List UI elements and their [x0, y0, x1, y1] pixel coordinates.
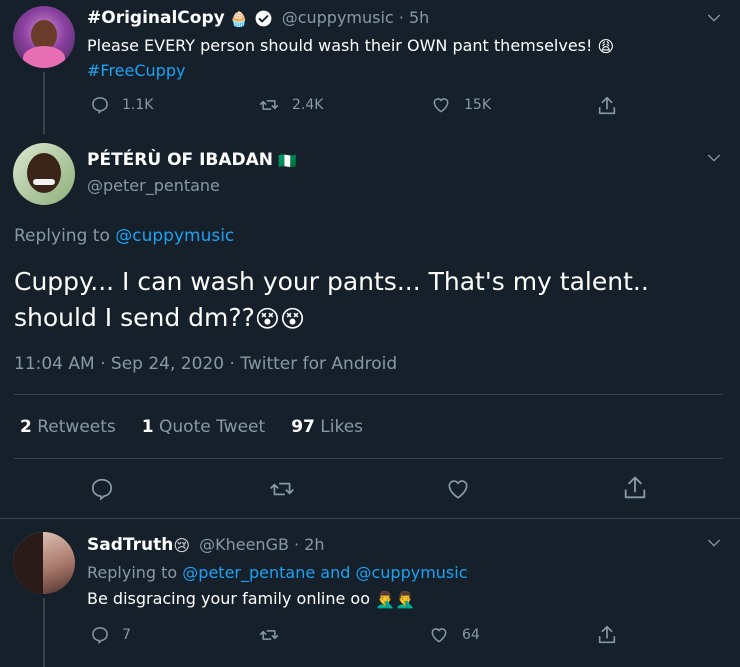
reply-count: 1.1K	[122, 97, 154, 113]
heart-icon	[428, 625, 450, 645]
tweet-time[interactable]: · 2h	[294, 535, 325, 554]
likes-number: 97	[291, 417, 315, 437]
quotes-number: 1	[141, 417, 154, 437]
verified-badge-icon	[254, 9, 273, 28]
chevron-down-icon[interactable]	[706, 535, 722, 551]
like-button[interactable]: 64	[428, 625, 480, 645]
facepalm-emoji: 🤦‍♂️🤦‍♂️	[375, 590, 415, 609]
like-count: 15K	[464, 97, 491, 113]
share-icon[interactable]	[596, 624, 618, 646]
replying-to-link[interactable]: @peter_pentane and @cuppymusic	[182, 563, 467, 582]
replying-label: Replying to	[14, 226, 110, 246]
nigeria-flag-emoji: 🇳🇬	[278, 151, 297, 170]
avatar[interactable]	[13, 143, 75, 205]
likes-label: Likes	[320, 417, 364, 437]
heart-icon	[430, 95, 452, 115]
author-name[interactable]: SadTruth	[87, 535, 173, 555]
author-handle[interactable]: @KheenGB	[199, 535, 289, 554]
hashtag-link[interactable]: #FreeCuppy	[87, 61, 185, 80]
chevron-down-icon[interactable]	[706, 150, 722, 166]
tweet-text-line1: Cuppy... I can wash your pants... That's…	[14, 267, 649, 296]
share-icon[interactable]	[596, 95, 618, 117]
like-count: 64	[462, 627, 480, 643]
retweets-number: 2	[20, 417, 32, 437]
tweet-timestamp[interactable]: 11:04 AM · Sep 24, 2020 · Twitter for An…	[14, 354, 397, 374]
tweet-text: Be disgracing your family online oo	[87, 589, 371, 608]
author-name[interactable]: PÉTÉRÙ OF IBADAN	[87, 150, 273, 170]
replying-to-link[interactable]: @cuppymusic	[115, 226, 234, 246]
cupcake-emoji: 🧁	[229, 9, 249, 28]
retweet-count: 2.4K	[292, 97, 324, 113]
tweet-time[interactable]: · 5h	[399, 8, 430, 27]
reply-icon	[90, 95, 110, 115]
chevron-down-icon[interactable]	[706, 10, 722, 26]
reply-icon	[90, 625, 110, 645]
thread-line	[43, 72, 45, 134]
heart-icon[interactable]	[444, 476, 472, 502]
author-handle[interactable]: @peter_pentane	[87, 176, 220, 195]
retweets-stat[interactable]: 2 Retweets	[20, 417, 116, 437]
like-button[interactable]: 15K	[430, 95, 491, 115]
divider	[0, 518, 740, 519]
reply-icon[interactable]	[89, 476, 115, 502]
retweet-icon[interactable]	[258, 625, 280, 645]
tweet-text-line2: should I send dm??	[14, 303, 255, 332]
retweet-button[interactable]: 2.4K	[258, 95, 323, 115]
reply-button[interactable]: 7	[90, 625, 131, 645]
dizzy-face-emoji: 😵😵	[254, 305, 305, 333]
divider	[14, 394, 723, 395]
divider	[14, 458, 723, 459]
thread-line	[43, 598, 45, 667]
retweet-icon	[258, 95, 280, 115]
author-handle[interactable]: @cuppymusic	[282, 8, 394, 27]
tweet-text: Please EVERY person should wash their OW…	[87, 36, 593, 55]
avatar[interactable]	[13, 532, 75, 594]
quotes-label: Quote Tweet	[159, 417, 266, 437]
share-icon[interactable]	[621, 474, 649, 502]
avatar[interactable]	[13, 6, 75, 68]
quote-tweets-stat[interactable]: 1 Quote Tweet	[142, 417, 265, 437]
reply-count: 7	[122, 627, 131, 643]
retweet-icon[interactable]	[268, 476, 296, 502]
retweets-label: Retweets	[37, 417, 116, 437]
reply-button[interactable]: 1.1K	[90, 95, 153, 115]
weary-emoji: 😩	[597, 37, 615, 56]
crying-face-emoji: 😢	[173, 536, 191, 555]
replying-label: Replying to	[87, 563, 178, 582]
likes-stat[interactable]: 97 Likes	[291, 417, 363, 437]
author-name[interactable]: #OriginalCopy	[87, 8, 225, 28]
